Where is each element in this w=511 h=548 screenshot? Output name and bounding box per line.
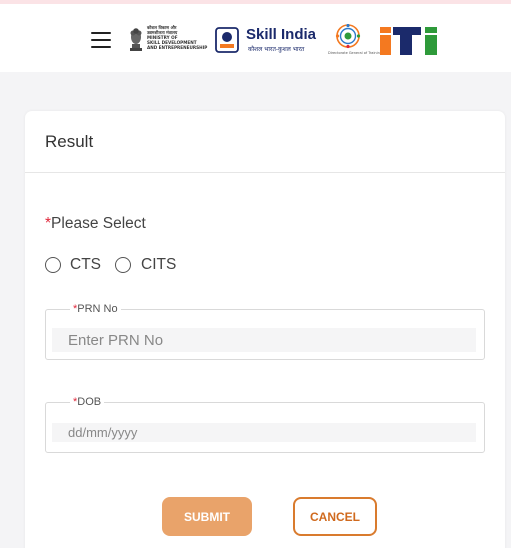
skill-india-title: Skill India: [246, 26, 317, 43]
prn-input[interactable]: [52, 328, 476, 352]
please-select-text: Please Select: [51, 215, 146, 232]
prn-field: *PRN No: [45, 303, 485, 360]
national-emblem-icon: [130, 28, 142, 51]
site-header: कौशल विकास और उद्यमशीलता मंत्रालय MINIST…: [0, 4, 511, 72]
dget-caption: Directorate General of Training: [328, 51, 383, 55]
page-title: Result: [45, 132, 94, 151]
skill-india-mark-icon: [215, 27, 239, 53]
cts-radio-label[interactable]: CTS: [70, 256, 101, 274]
iti-logo[interactable]: iti: [379, 26, 439, 56]
dob-field-label: *DOB: [70, 396, 105, 408]
cits-radio[interactable]: [115, 257, 131, 273]
result-card: Result *Please Select CTS CITS *PRN No *…: [25, 111, 505, 548]
hamburger-menu-icon[interactable]: [91, 32, 111, 48]
please-select-label: *Please Select: [45, 215, 146, 233]
cancel-button[interactable]: CANCEL: [293, 497, 377, 536]
skill-india-subtitle: कौशल भारत-कुशल भारत: [248, 46, 305, 53]
submit-button[interactable]: SUBMIT: [162, 497, 252, 536]
cts-radio[interactable]: [45, 257, 61, 273]
ministry-logo-text: कौशल विकास और उद्यमशीलता मंत्रालय MINIST…: [147, 25, 208, 50]
dob-input[interactable]: [52, 423, 476, 442]
cits-radio-label[interactable]: CITS: [141, 256, 176, 274]
dget-emblem-icon: [335, 23, 361, 49]
prn-field-label: *PRN No: [70, 303, 121, 315]
card-divider: [25, 172, 505, 173]
dget-logo[interactable]: Directorate General of Training: [328, 23, 383, 58]
dob-field: *DOB: [45, 396, 485, 453]
